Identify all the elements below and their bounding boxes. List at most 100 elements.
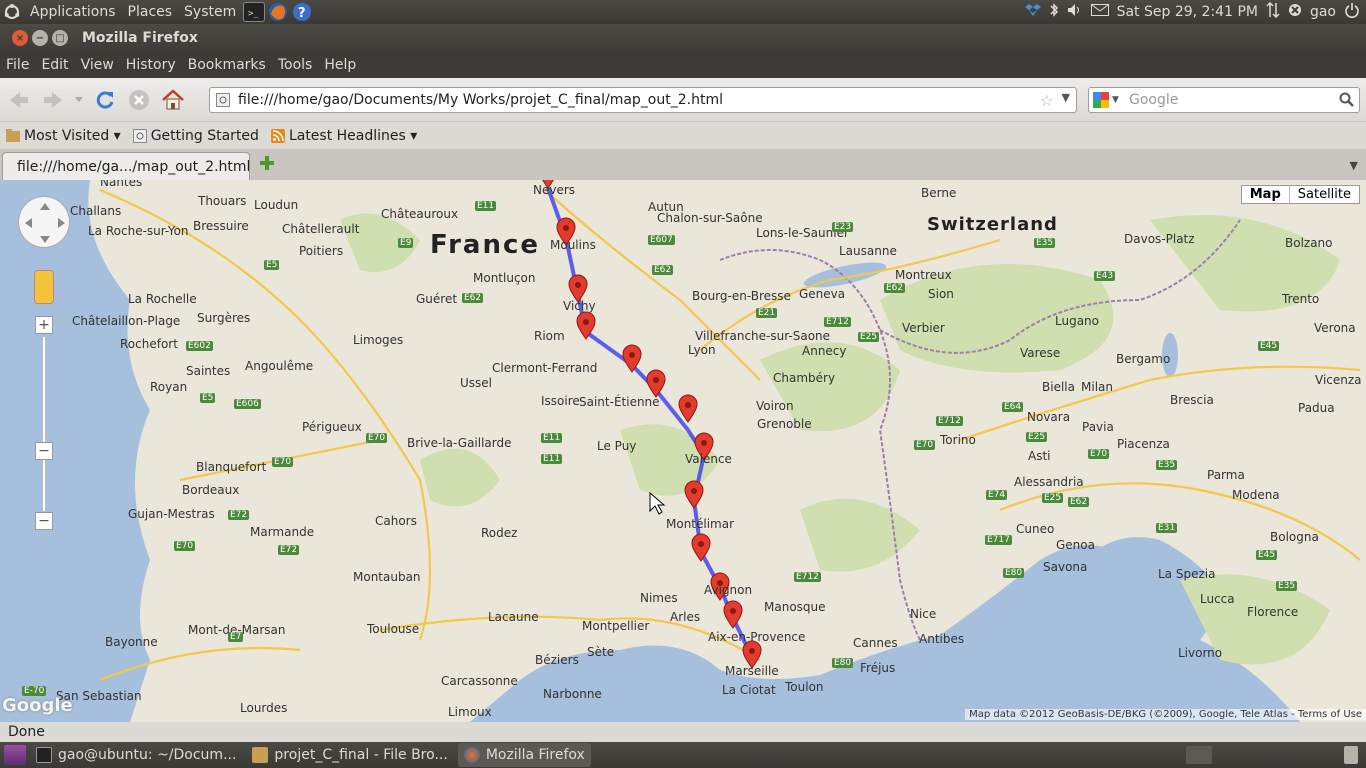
tab-bar: file:///home/ga.../map_out_2.html ▼ xyxy=(0,150,1366,180)
street-view-pegman-icon[interactable] xyxy=(34,270,54,304)
road-shield: E25 xyxy=(858,332,880,342)
search-bar[interactable]: ▼ Google xyxy=(1088,87,1360,113)
power-icon[interactable] xyxy=(1344,2,1360,22)
workspace-switcher-firefox-icon[interactable] xyxy=(1186,746,1212,764)
map-canvas[interactable] xyxy=(0,180,1366,722)
zoom-slider-handle[interactable]: − xyxy=(35,442,53,460)
road-shield: E712 xyxy=(824,317,851,327)
city-label: Chalon-sur-Saône xyxy=(657,211,763,225)
city-label: Montpellier xyxy=(582,619,650,633)
volume-icon[interactable] xyxy=(1067,3,1083,21)
pan-arrows-icon[interactable] xyxy=(19,197,71,249)
zoom-in-button[interactable]: + xyxy=(35,316,53,334)
panel-menu-system[interactable]: System xyxy=(178,4,242,20)
mail-icon[interactable] xyxy=(1090,4,1109,20)
bookmark-most-visited[interactable]: Most Visited ▾ xyxy=(6,128,121,144)
menu-bookmarks[interactable]: Bookmarks xyxy=(182,57,272,73)
url-bar[interactable]: file:///home/gao/Documents/My Works/proj… xyxy=(209,87,1077,113)
user-name[interactable]: gao xyxy=(1310,4,1336,20)
menu-edit[interactable]: Edit xyxy=(35,57,74,73)
road-shield: E23 xyxy=(832,222,854,232)
city-label: Nice xyxy=(910,607,937,621)
road-shield: E70 xyxy=(914,440,936,450)
show-desktop-icon[interactable] xyxy=(4,745,26,765)
map-type-satellite-button[interactable]: Satellite xyxy=(1290,186,1359,203)
google-search-engine-icon[interactable]: ▼ xyxy=(1093,92,1119,108)
top-panel: Applications Places System >_ ? Sat Sep … xyxy=(0,0,1366,24)
city-label: Villefranche-sur-Saone xyxy=(695,329,831,343)
city-label: Rodez xyxy=(481,526,518,540)
forward-button[interactable] xyxy=(38,85,68,115)
city-label: Geneva xyxy=(799,287,846,301)
panel-menu-applications[interactable]: Applications xyxy=(24,4,122,20)
status-text: Done xyxy=(8,724,45,740)
panel-menu-places[interactable]: Places xyxy=(122,4,179,20)
city-label: Angoulême xyxy=(245,359,314,373)
url-text[interactable]: file:///home/gao/Documents/My Works/proj… xyxy=(238,92,723,108)
map-type-map-button[interactable]: Map xyxy=(1242,186,1290,203)
city-label: Piacenza xyxy=(1117,437,1170,451)
back-button[interactable] xyxy=(4,85,34,115)
taskbar-file-browser[interactable]: projet_C_final - File Bro... xyxy=(246,743,453,767)
city-label: Vichy xyxy=(563,299,596,313)
tab-list-dropdown-icon[interactable]: ▼ xyxy=(1350,159,1358,172)
reload-button[interactable] xyxy=(90,85,120,115)
home-button[interactable] xyxy=(158,85,188,115)
menu-view[interactable]: View xyxy=(75,57,120,73)
city-label: Carcassonne xyxy=(441,674,518,688)
city-label: Voiron xyxy=(756,399,794,413)
bookmark-getting-started[interactable]: Getting Started xyxy=(132,128,259,144)
road-shield: E74 xyxy=(986,490,1008,500)
road-shield: E11 xyxy=(475,201,497,211)
google-logo[interactable]: Google xyxy=(2,695,73,716)
dropbox-icon[interactable] xyxy=(1024,3,1041,21)
bluetooth-icon[interactable] xyxy=(1049,2,1059,22)
pan-control[interactable] xyxy=(18,196,70,248)
firefox-launcher-icon[interactable] xyxy=(267,2,289,22)
maximize-window-button[interactable]: □ xyxy=(52,30,68,46)
trash-icon[interactable] xyxy=(1344,746,1358,764)
history-dropdown-icon[interactable] xyxy=(72,85,86,115)
city-label: Lausanne xyxy=(839,244,897,258)
taskbar-terminal[interactable]: gao@ubuntu: ~/Docum... xyxy=(30,743,242,767)
road-shield: E11 xyxy=(541,433,563,443)
zoom-slider-track[interactable] xyxy=(42,336,46,512)
map-marker xyxy=(691,533,711,562)
zoom-out-button[interactable]: − xyxy=(35,512,53,530)
city-label: Lacaune xyxy=(488,610,539,624)
map-attribution[interactable]: Map data ©2012 GeoBasis-DE/BKG (©2009), … xyxy=(965,709,1366,720)
minimize-window-button[interactable]: − xyxy=(32,30,48,46)
close-window-button[interactable]: × xyxy=(12,30,28,46)
menu-file[interactable]: File xyxy=(0,57,35,73)
ubuntu-logo-icon[interactable] xyxy=(1,2,23,22)
city-label: Sète xyxy=(587,645,615,659)
city-label: Grenoble xyxy=(757,417,812,431)
taskbar-firefox[interactable]: Mozilla Firefox xyxy=(457,743,591,767)
city-label: Brive-la-Gaillarde xyxy=(407,436,512,450)
clock[interactable]: Sat Sep 29, 2:41 PM xyxy=(1117,4,1258,20)
road-shield: E43 xyxy=(1094,271,1116,281)
city-label: Montluçon xyxy=(473,271,536,285)
bookmark-latest-headlines[interactable]: Latest Headlines ▾ xyxy=(270,128,417,144)
menu-tools[interactable]: Tools xyxy=(272,57,319,73)
menu-history[interactable]: History xyxy=(120,57,182,73)
network-icon[interactable] xyxy=(1266,1,1280,22)
search-magnifier-icon[interactable] xyxy=(1339,92,1355,112)
menu-help[interactable]: Help xyxy=(318,57,362,73)
road-shield: E5 xyxy=(264,260,280,270)
stop-button[interactable] xyxy=(124,85,154,115)
terminal-icon[interactable]: >_ xyxy=(243,2,266,22)
google-map[interactable]: France Switzerland Nantes Challans Thouars… xyxy=(0,180,1366,722)
tab-map-out[interactable]: file:///home/ga.../map_out_2.html xyxy=(2,152,250,180)
city-label: Antibes xyxy=(919,632,965,646)
city-label: Poitiers xyxy=(299,244,344,258)
bookmark-star-icon[interactable]: ☆ xyxy=(1040,91,1054,110)
road-shield: E70 xyxy=(366,433,388,443)
url-dropdown-icon[interactable]: ▼ xyxy=(1062,91,1070,104)
road-shield: E31 xyxy=(1156,523,1178,533)
user-status-icon[interactable] xyxy=(1288,3,1302,21)
city-label: Novara xyxy=(1027,410,1071,424)
help-icon[interactable]: ? xyxy=(291,2,313,22)
new-tab-button[interactable] xyxy=(258,154,276,176)
navigation-toolbar: file:///home/gao/Documents/My Works/proj… xyxy=(0,78,1366,122)
